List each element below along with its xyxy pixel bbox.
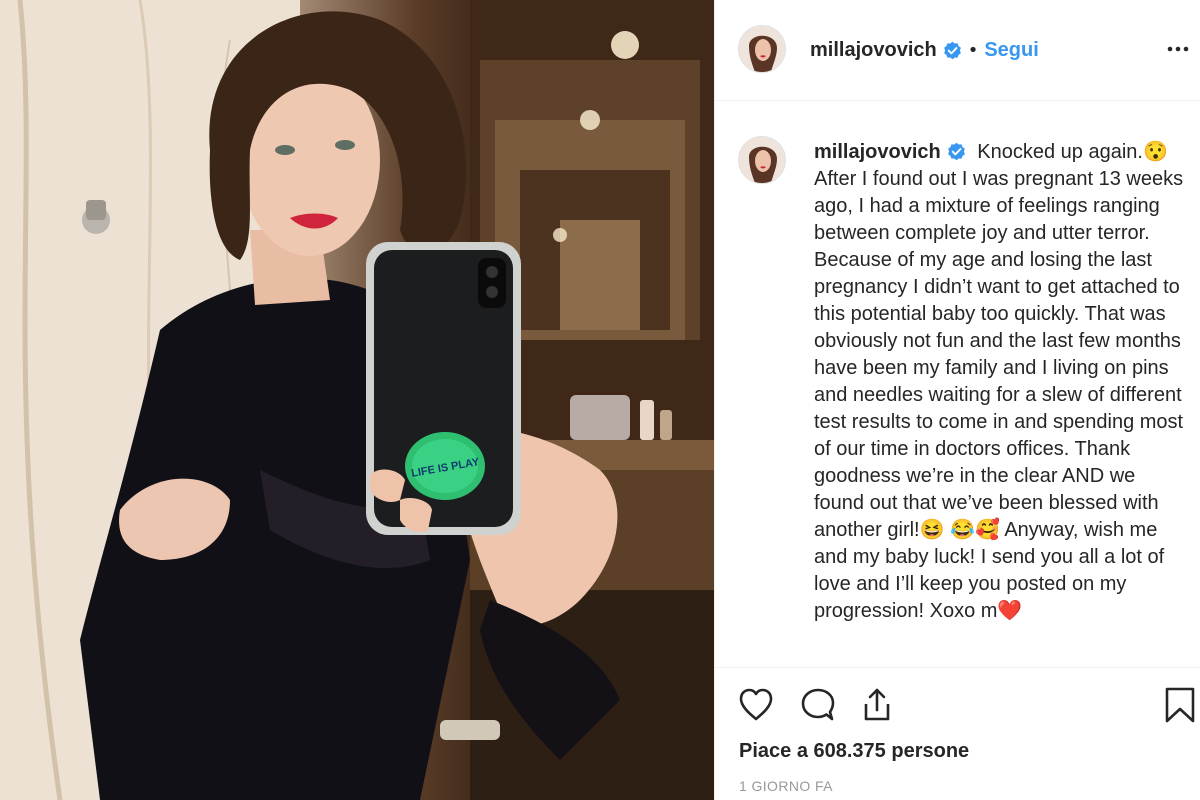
- caption-avatar[interactable]: [738, 136, 786, 184]
- follow-button[interactable]: Segui: [984, 39, 1038, 62]
- separator-dot: •: [967, 39, 979, 61]
- avatar[interactable]: [738, 25, 786, 73]
- caption-verified-badge-icon: [947, 142, 966, 161]
- post-photo[interactable]: LIFE IS PLAY: [0, 0, 714, 800]
- caption-avatar-image: [739, 137, 785, 183]
- post-caption: millajovovich Knocked up again.😯 After I…: [814, 139, 1184, 625]
- header-user-row: millajovovich • Segui: [810, 36, 1039, 64]
- post-panel: millajovovich • Segui millajovovich Knoc…: [714, 0, 1200, 800]
- post-photo-image: LIFE IS PLAY: [0, 0, 714, 800]
- post-header: millajovovich • Segui: [715, 0, 1200, 101]
- post-actions: Piace a 608.375 persone 1 GIORNO FA: [715, 667, 1200, 800]
- bookmark-icon[interactable]: [1161, 686, 1199, 724]
- username[interactable]: millajovovich: [810, 39, 937, 62]
- post-timestamp[interactable]: 1 GIORNO FA: [739, 778, 833, 794]
- heart-icon[interactable]: [737, 686, 775, 724]
- caption-text: Knocked up again.😯 After I found out I w…: [814, 141, 1184, 622]
- caption-username[interactable]: millajovovich: [814, 141, 941, 163]
- avatar-image: [739, 26, 785, 72]
- share-icon[interactable]: [858, 686, 896, 724]
- caption-section: millajovovich Knocked up again.😯 After I…: [715, 101, 1200, 667]
- more-options-icon[interactable]: [1167, 41, 1189, 57]
- verified-badge-icon: [943, 41, 962, 60]
- likes-count[interactable]: Piace a 608.375 persone: [739, 740, 969, 763]
- comment-bubble-icon[interactable]: [799, 686, 837, 724]
